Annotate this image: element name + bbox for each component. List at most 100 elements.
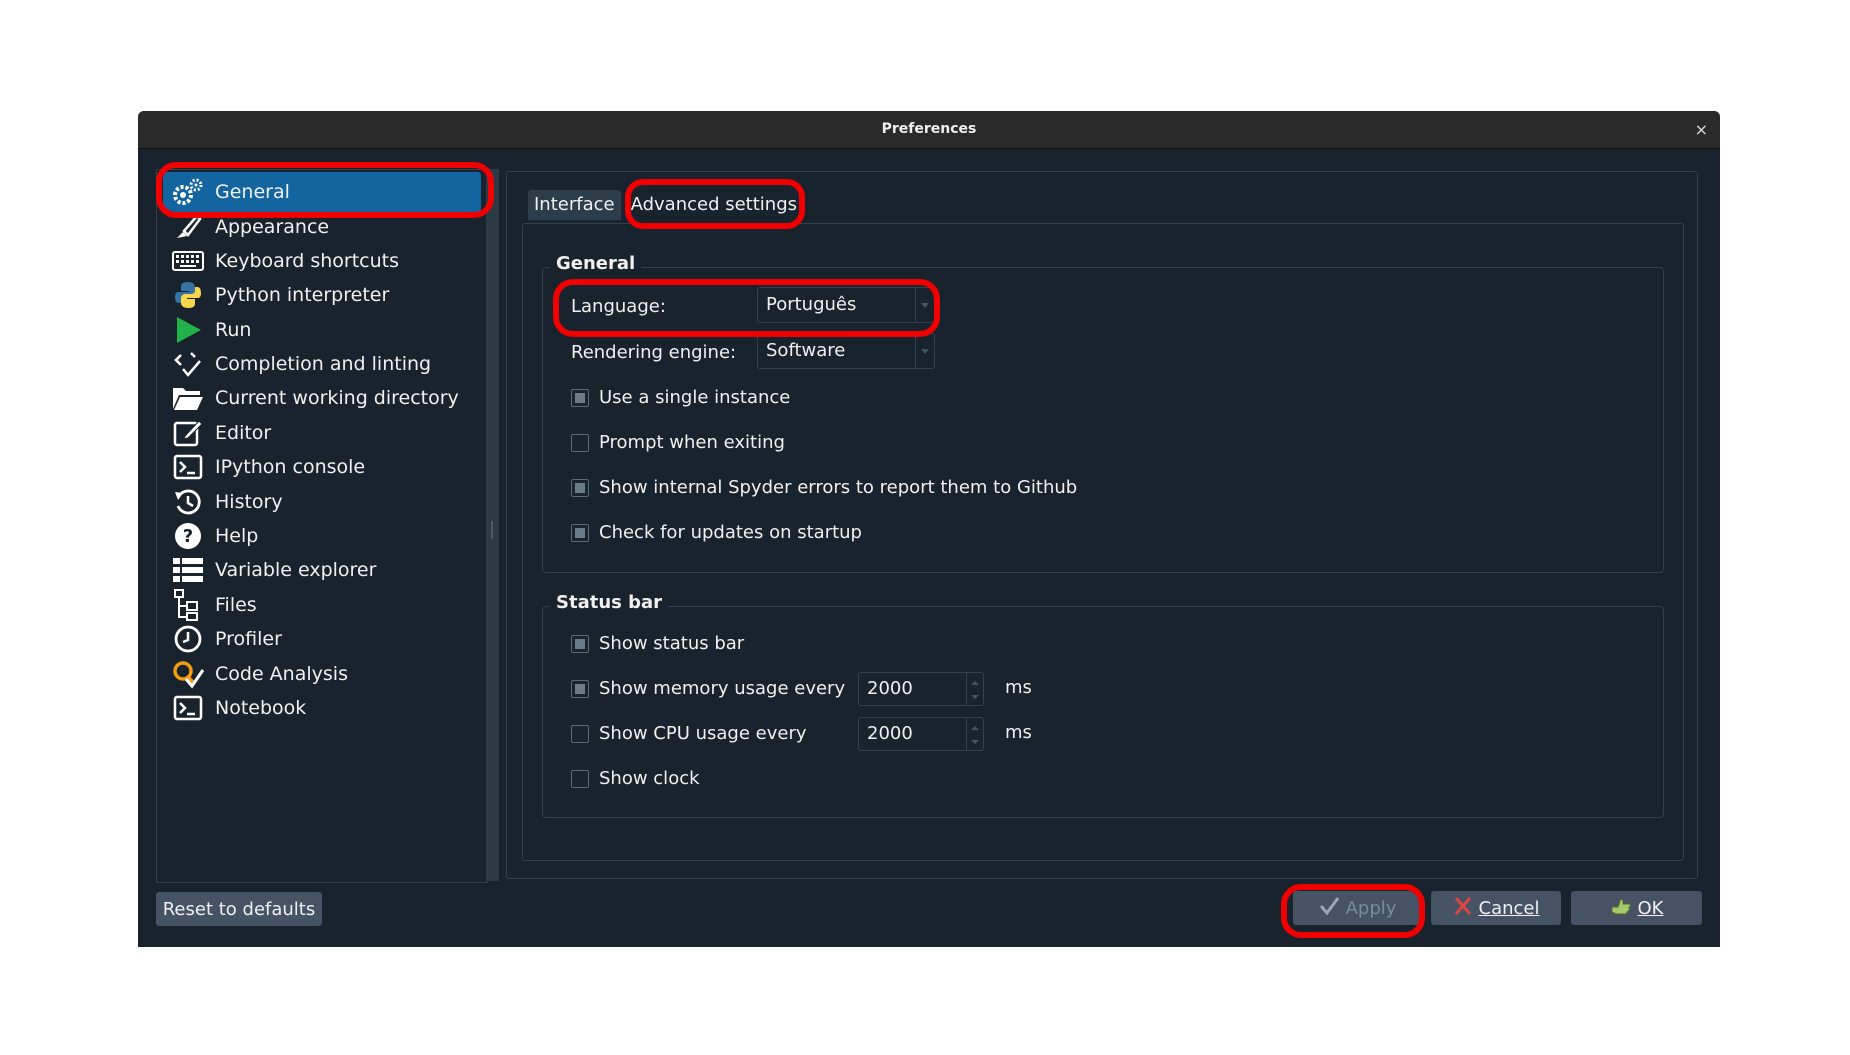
chevron-down-icon xyxy=(915,288,934,322)
sidebar-item-label: Notebook xyxy=(215,697,307,719)
sidebar-item-label: Current working directory xyxy=(215,387,459,409)
sidebar-item-label: General xyxy=(215,181,290,203)
cpu-usage-checkbox[interactable]: Show CPU usage every xyxy=(571,723,807,744)
single-instance-checkbox[interactable]: Use a single instance xyxy=(571,387,790,408)
sidebar-item-label: Profiler xyxy=(215,628,282,650)
internal-errors-checkbox[interactable]: Show internal Spyder errors to report th… xyxy=(571,477,1077,498)
sidebar-item-general[interactable]: General xyxy=(163,172,481,212)
sidebar-item-profiler[interactable]: Profiler xyxy=(163,619,481,659)
python-icon xyxy=(171,278,205,312)
sidebar-item-label: IPython console xyxy=(215,456,366,478)
checkbox-box xyxy=(571,433,589,452)
sidebar-item-notebook[interactable]: Notebook xyxy=(163,688,481,728)
apply-button[interactable]: Apply xyxy=(1293,891,1421,925)
title-bar: Preferences × xyxy=(138,111,1720,149)
clock-icon xyxy=(171,622,205,656)
spin-up-icon[interactable] xyxy=(966,673,983,689)
statusbar-group-title: Status bar xyxy=(550,592,669,613)
sidebar-item-label: Run xyxy=(215,319,252,341)
checkbox-label: Prompt when exiting xyxy=(599,432,785,453)
show-status-bar-checkbox[interactable]: Show status bar xyxy=(571,633,744,654)
sidebar-item-label: Files xyxy=(215,594,257,616)
keyboard-icon xyxy=(171,244,205,278)
sidebar-item-python-interpreter[interactable]: Python interpreter xyxy=(163,275,481,315)
code-analysis-icon xyxy=(171,657,205,691)
sidebar-item-label: Code Analysis xyxy=(215,663,348,685)
cancel-label: Cancel xyxy=(1478,897,1540,919)
spin-up-icon[interactable] xyxy=(966,718,983,734)
help-icon: ? xyxy=(171,519,205,553)
language-dropdown[interactable]: Português xyxy=(757,287,935,323)
cancel-icon xyxy=(1453,895,1473,922)
check-updates-checkbox[interactable]: Check for updates on startup xyxy=(571,522,862,543)
splitter-handle[interactable] xyxy=(486,169,499,881)
file-tree-icon xyxy=(171,588,205,622)
checkbox-box xyxy=(571,724,589,743)
sidebar-item-label: Editor xyxy=(215,422,272,444)
svg-text:?: ? xyxy=(183,526,193,547)
memory-usage-checkbox[interactable]: Show memory usage every xyxy=(571,678,845,699)
window-title: Preferences xyxy=(881,121,977,137)
checkbox-box xyxy=(571,478,589,497)
language-value: Português xyxy=(766,294,857,315)
tab-advanced-settings[interactable]: Advanced settings xyxy=(624,190,804,220)
cancel-button[interactable]: Cancel xyxy=(1431,891,1561,925)
code-check-icon xyxy=(171,347,205,381)
checkbox-label: Show status bar xyxy=(599,633,745,654)
terminal-icon xyxy=(171,450,205,484)
tab-interface[interactable]: Interface xyxy=(528,190,621,220)
gears-icon xyxy=(171,175,205,209)
sidebar-item-working-directory[interactable]: Current working directory xyxy=(163,378,481,418)
checkbox-box xyxy=(571,679,589,698)
spinbox-value: 2000 xyxy=(867,678,913,699)
checkbox-box xyxy=(571,388,589,407)
reset-defaults-button[interactable]: Reset to defaults xyxy=(156,892,322,926)
prompt-exiting-checkbox[interactable]: Prompt when exiting xyxy=(571,432,785,453)
notebook-icon xyxy=(171,691,205,725)
cpu-unit-label: ms xyxy=(1005,722,1032,743)
ok-hand-icon xyxy=(1610,895,1632,922)
ok-label: OK xyxy=(1637,897,1664,919)
sidebar-item-ipython-console[interactable]: IPython console xyxy=(163,447,481,487)
apply-label: Apply xyxy=(1345,897,1397,919)
spin-down-icon[interactable] xyxy=(966,689,983,705)
rendering-engine-label: Rendering engine: xyxy=(571,342,737,363)
sidebar-item-variable-explorer[interactable]: Variable explorer xyxy=(163,550,481,590)
sidebar-item-label: Variable explorer xyxy=(215,559,377,581)
play-icon xyxy=(171,313,205,347)
spinbox-value: 2000 xyxy=(867,723,913,744)
sidebar-item-label: Appearance xyxy=(215,216,330,238)
general-group-title: General xyxy=(550,253,642,274)
sidebar-item-label: Keyboard shortcuts xyxy=(215,250,400,272)
checkbox-label: Show clock xyxy=(599,768,700,789)
sidebar-item-label: Help xyxy=(215,525,259,547)
checkbox-label: Show CPU usage every xyxy=(599,723,807,744)
checkbox-box xyxy=(571,769,589,788)
chevron-down-icon xyxy=(915,334,934,368)
checkbox-label: Check for updates on startup xyxy=(599,522,862,543)
close-icon[interactable]: × xyxy=(1695,111,1708,148)
history-icon xyxy=(171,485,205,519)
check-icon xyxy=(1318,895,1340,922)
show-clock-checkbox[interactable]: Show clock xyxy=(571,768,700,789)
checkbox-label: Use a single instance xyxy=(599,387,791,408)
edit-icon xyxy=(171,416,205,450)
sidebar-item-label: History xyxy=(215,491,283,513)
preferences-dialog: Preferences × General Appearance Keyboar… xyxy=(138,111,1720,947)
sidebar-item-label: Completion and linting xyxy=(215,353,432,375)
rendering-engine-dropdown[interactable]: Software xyxy=(757,333,935,369)
memory-unit-label: ms xyxy=(1005,677,1032,698)
ok-button[interactable]: OK xyxy=(1571,891,1702,925)
cpu-interval-spinbox[interactable]: 2000 xyxy=(858,717,984,751)
list-icon xyxy=(171,553,205,587)
checkbox-label: Show internal Spyder errors to report th… xyxy=(599,477,1078,498)
spin-down-icon[interactable] xyxy=(966,734,983,750)
checkbox-box xyxy=(571,523,589,542)
checkbox-box xyxy=(571,634,589,653)
memory-interval-spinbox[interactable]: 2000 xyxy=(858,672,984,706)
sidebar: General Appearance Keyboard shortcuts Py… xyxy=(156,169,488,883)
sidebar-item-label: Python interpreter xyxy=(215,284,390,306)
brush-icon xyxy=(171,210,205,244)
checkbox-label: Show memory usage every xyxy=(599,678,846,699)
language-label: Language: xyxy=(571,296,666,317)
